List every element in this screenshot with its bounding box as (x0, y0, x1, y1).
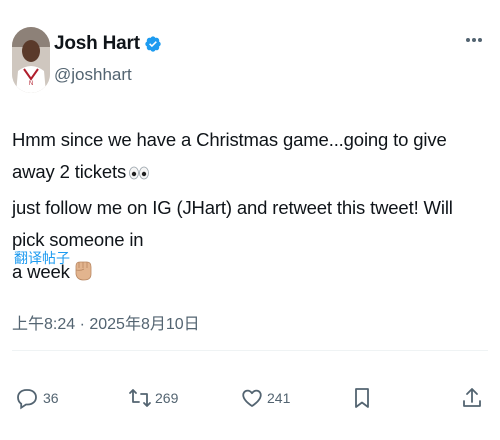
svg-text:N: N (29, 81, 33, 87)
avatar[interactable]: N (12, 27, 50, 93)
tweet-text-line-1: Hmm since we have a Christmas game...goi… (12, 124, 488, 192)
tweet-text-line-2: just follow me on IG (JHart) and retweet… (12, 197, 453, 250)
fist-emoji-icon (72, 258, 94, 292)
retweet-count: 269 (155, 390, 179, 406)
translate-post-link[interactable]: 翻译帖子 (14, 248, 70, 268)
bookmark-button[interactable] (350, 386, 374, 410)
tweet-text: Hmm since we have a Christmas game...goi… (12, 124, 488, 292)
retweet-button[interactable]: 269 (128, 386, 178, 410)
tweet-card: N Josh Hart @joshhart Hmm since we have … (0, 0, 500, 440)
tweet-text-line-3: a week (12, 256, 488, 292)
divider (12, 350, 488, 351)
tweet-timestamp[interactable]: 上午8:24 · 2025年8月10日 (12, 310, 200, 334)
retweet-icon (128, 386, 152, 410)
like-button[interactable]: 241 (240, 386, 290, 410)
more-options-icon[interactable] (462, 28, 486, 52)
reply-icon (16, 386, 40, 410)
heart-icon (240, 386, 264, 410)
author-name-row: Josh Hart (54, 33, 162, 55)
reply-button[interactable]: 36 (16, 386, 59, 410)
author-handle[interactable]: @joshhart (54, 65, 132, 85)
action-bar: 36 269 241 (0, 386, 500, 420)
author-display-name[interactable]: Josh Hart (54, 33, 140, 55)
bookmark-icon (350, 386, 374, 410)
eyes-emoji-icon (128, 160, 150, 192)
like-count: 241 (267, 390, 291, 406)
share-button[interactable] (460, 386, 484, 410)
verified-badge-icon (144, 35, 162, 53)
share-icon (460, 386, 484, 410)
reply-count: 36 (43, 390, 59, 406)
